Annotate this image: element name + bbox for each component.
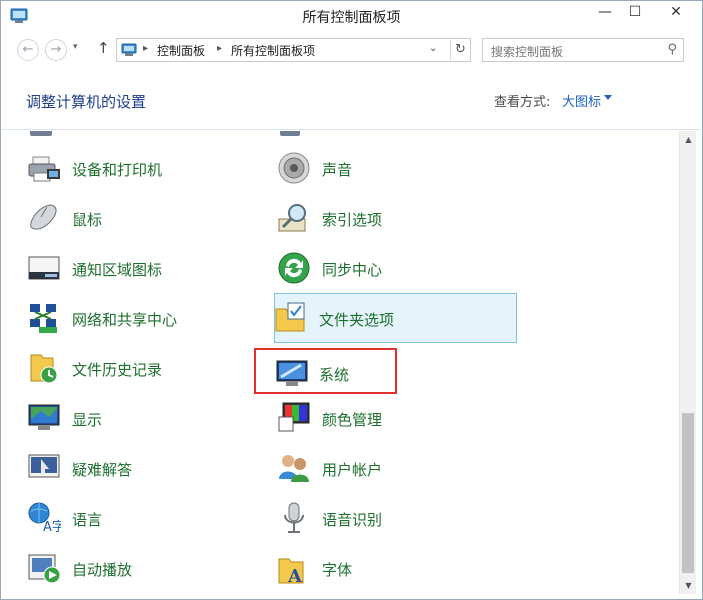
refresh-button[interactable]: ↻ [450, 40, 470, 60]
item-network-sharing-center[interactable]: 网络和共享中心 [27, 293, 269, 341]
page-header: 调整计算机的设置 查看方式: 大图标 [2, 68, 701, 130]
item-label: 显示 [72, 411, 103, 429]
item-label: 文件历史记录 [72, 361, 163, 379]
autoplay-icon [28, 554, 61, 584]
breadcrumb-separator-icon[interactable]: ▸ [143, 43, 148, 54]
item-sync-center[interactable]: 同步中心 [277, 243, 519, 291]
items-grid: 设备和打印机 声音 鼠标 索引选项 通知区域图标 同步中心 网络和共享中心 文件… [2, 131, 679, 594]
taskbar-tray-icon [28, 256, 60, 280]
troubleshooting-icon [28, 454, 60, 478]
item-label: 索引选项 [322, 211, 383, 229]
item-label: 系统 [319, 366, 350, 384]
view-dropdown-arrow-icon[interactable] [604, 95, 612, 100]
scroll-up-icon[interactable]: ▲ [680, 131, 697, 148]
address-bar[interactable]: ▸ 控制面板 ▸ 所有控制面板项 ⌄ ↻ [116, 38, 471, 62]
sync-icon [278, 252, 310, 284]
item-display[interactable]: 显示 [27, 393, 269, 441]
mouse-icon [30, 204, 57, 230]
item-label: 设备和打印机 [72, 161, 163, 179]
item-label: 字体 [322, 561, 353, 579]
item-label: 鼠标 [72, 211, 103, 229]
item-label: 网络和共享中心 [72, 311, 178, 329]
item-indexing-options[interactable]: 索引选项 [277, 193, 519, 241]
breadcrumb-control-panel[interactable]: 控制面板 [157, 42, 205, 59]
item-label: 疑难解答 [72, 461, 133, 479]
display-icon [28, 404, 60, 430]
minimize-button[interactable]: — [591, 1, 619, 25]
maximize-button[interactable]: ☐ [621, 1, 649, 25]
scroll-down-icon[interactable]: ▼ [680, 577, 697, 594]
item-language[interactable]: A字 语言 [27, 493, 269, 541]
item-mouse[interactable]: 鼠标 [27, 193, 269, 241]
arrow-left-icon: ← [22, 42, 34, 57]
close-button[interactable]: ✕ [651, 1, 701, 25]
color-management-icon [278, 402, 310, 432]
item-label: 声音 [322, 161, 353, 179]
control-panel-window: 所有控制面板项 — ☐ ✕ ← → ▾ ↑ ▸ 控制面板 ▸ 所有控制面板项 ⌄ [0, 0, 703, 600]
partial-item-icon [280, 131, 300, 136]
item-speech-recognition[interactable]: 语音识别 [277, 493, 519, 541]
item-label: 同步中心 [322, 261, 383, 279]
printer-icon [28, 156, 60, 182]
item-label: 语言 [72, 511, 103, 529]
recent-locations-dropdown[interactable]: ▾ [73, 42, 78, 52]
folder-options-icon [275, 302, 305, 332]
forward-button[interactable]: → [45, 39, 67, 61]
item-label: 用户帐户 [322, 461, 383, 479]
language-icon: A字 [28, 502, 61, 535]
item-label: 颜色管理 [322, 411, 383, 429]
vertical-scrollbar[interactable]: ▲ ▼ [679, 131, 696, 594]
breadcrumb-all-items[interactable]: 所有控制面板项 [231, 42, 315, 59]
item-fonts[interactable]: A 字体 [277, 543, 519, 591]
item-label: 自动播放 [72, 561, 133, 579]
arrow-up-icon: ↑ [97, 39, 110, 57]
file-history-icon [30, 354, 58, 384]
item-folder-options[interactable]: 文件夹选项 [274, 293, 517, 343]
item-devices-printers[interactable]: 设备和打印机 [27, 143, 269, 191]
svg-text:A: A [287, 566, 303, 585]
partial-item-icon [30, 131, 52, 136]
item-sound[interactable]: 声音 [277, 143, 519, 191]
item-label: 通知区域图标 [72, 261, 163, 279]
breadcrumb-separator-icon[interactable]: ▸ [217, 43, 222, 54]
item-user-accounts[interactable]: 用户帐户 [277, 443, 519, 491]
title-bar: 所有控制面板项 — ☐ ✕ [1, 1, 702, 32]
microphone-icon [284, 502, 304, 533]
search-input[interactable]: 搜索控制面板 [491, 43, 563, 60]
refresh-icon: ↻ [455, 42, 466, 57]
search-icon[interactable]: ⚲ [667, 42, 677, 57]
arrow-right-icon: → [50, 42, 62, 57]
scrollbar-thumb[interactable] [682, 413, 694, 573]
network-icon [30, 304, 57, 333]
view-by-dropdown[interactable]: 大图标 [562, 91, 601, 110]
index-search-icon [278, 204, 306, 232]
search-box[interactable]: 搜索控制面板 ⚲ [482, 38, 684, 62]
item-troubleshooting[interactable]: 疑难解答 [27, 443, 269, 491]
user-accounts-icon [279, 455, 309, 482]
system-icon [276, 360, 308, 386]
control-panel-small-icon [121, 43, 137, 56]
item-color-management[interactable]: 颜色管理 [277, 393, 519, 441]
item-system[interactable]: 系统 [254, 348, 397, 394]
item-notification-area-icons[interactable]: 通知区域图标 [27, 243, 269, 291]
item-label: 文件夹选项 [319, 311, 395, 329]
up-button[interactable]: ↑ [97, 39, 110, 57]
speaker-icon [278, 152, 310, 184]
navigation-bar: ← → ▾ ↑ ▸ 控制面板 ▸ 所有控制面板项 ⌄ ↻ 搜索控制面板 ⚲ [1, 32, 702, 68]
item-file-history[interactable]: 文件历史记录 [27, 343, 269, 391]
address-dropdown-icon[interactable]: ⌄ [429, 43, 437, 54]
item-autoplay[interactable]: 自动播放 [27, 543, 269, 591]
back-button[interactable]: ← [17, 39, 39, 61]
view-by-label: 查看方式: [494, 95, 551, 110]
item-label: 语音识别 [322, 511, 383, 529]
fonts-icon: A [278, 558, 304, 585]
page-title: 调整计算机的设置 [26, 93, 147, 111]
svg-text:A字: A字 [43, 520, 61, 535]
